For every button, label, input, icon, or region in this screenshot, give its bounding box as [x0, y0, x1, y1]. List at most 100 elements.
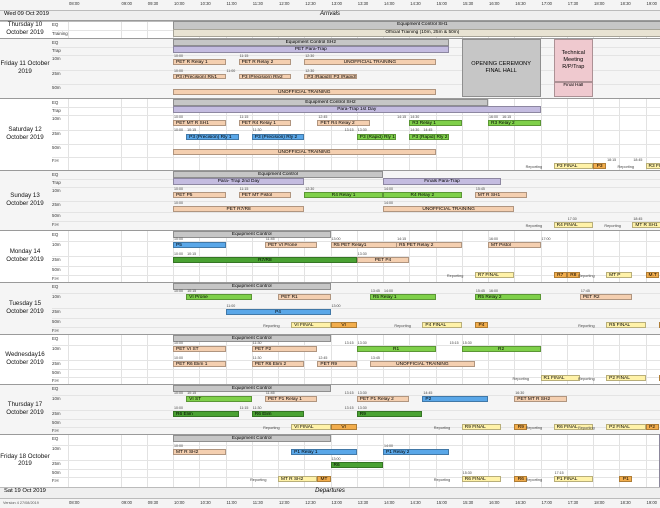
- event-technical[interactable]: Technical Meeting R/P/Trap: [553, 39, 593, 82]
- event-thu17-f1[interactable]: VI FINAL: [291, 424, 331, 430]
- event-thu17-eq[interactable]: Equipment Control: [173, 385, 331, 392]
- event-fri18-m50[interactable]: R6: [330, 462, 383, 468]
- event-sat12-p1[interactable]: P3 (Precision) Rly 1: [186, 134, 239, 140]
- event-tue15-r4[interactable]: R5 Relay 2: [474, 294, 541, 300]
- event-mon14-f5[interactable]: M.T: [645, 272, 659, 278]
- event-tue15-f2[interactable]: VI: [330, 322, 357, 328]
- event-fri18-r2[interactable]: P1 Relay 1: [291, 449, 357, 455]
- event-sat12-eq[interactable]: Equipment Control SH2: [173, 99, 488, 106]
- event-thu17-r5[interactable]: PET MT R SH2: [514, 396, 567, 402]
- event-fri11-unoff2[interactable]: UNOFFICIAL TRAINING: [173, 89, 436, 95]
- event-mon14-r4[interactable]: R5 PET Relay 2: [396, 242, 462, 248]
- event-thu17-m50a[interactable]: R6 Elim: [173, 411, 239, 417]
- event-final-hall[interactable]: Final Hall: [553, 82, 593, 97]
- event-thu17-r4[interactable]: P2: [422, 396, 488, 402]
- event-sat12-r3[interactable]: PET R4 Relay 2: [317, 120, 370, 126]
- event-thu17-r2[interactable]: PET P1 Relay 1: [264, 396, 318, 402]
- event-sun13-r4[interactable]: R4 Relay 2: [383, 192, 462, 198]
- event-mon14-f2[interactable]: R7: [553, 272, 567, 278]
- event-sun13-f1[interactable]: R4 FINAL: [553, 222, 593, 228]
- event-fri18-r3[interactable]: P1 Relay 2: [383, 449, 449, 455]
- event-wed16-m50a[interactable]: PET R6 Elim 1: [173, 361, 226, 367]
- event-sun13-eq[interactable]: Equipment Control: [173, 171, 383, 178]
- event-tue15-f3[interactable]: P4 FINAL: [422, 322, 462, 328]
- event-sat12-r1[interactable]: PET MT R SH1: [173, 120, 226, 126]
- event-wed16-unoff[interactable]: UNOFFICIAL TRAINING: [369, 361, 475, 367]
- event-fri11-p1[interactable]: P3 (Precision) Rly1: [173, 74, 226, 79]
- event-sun13-r3[interactable]: R4 Relay 1: [304, 192, 383, 198]
- event-fri18-r1[interactable]: MT R SH2: [173, 449, 226, 455]
- event-tue15-r2[interactable]: PET R1: [278, 294, 331, 300]
- event-sun13-f2[interactable]: MT R SH1: [632, 222, 660, 228]
- event-mon14-m50a[interactable]: R7/R8: [173, 257, 357, 263]
- event-sat12-unoff[interactable]: UNOFFICIAL TRAINING: [173, 149, 436, 155]
- event-thu17-f2[interactable]: VI: [330, 424, 357, 430]
- event-sun13-unoff[interactable]: UNOFFICIAL TRAINING: [383, 206, 515, 212]
- event-mon14-f1[interactable]: R7 FINAL: [474, 272, 515, 278]
- event-mon14-r5[interactable]: MT Pistol: [488, 242, 541, 248]
- event-tue15-f5[interactable]: R5 FINAL: [606, 322, 646, 328]
- event-fri11-p4[interactable]: P3 (Rapid) R2: [330, 74, 357, 79]
- event-sun13-m50[interactable]: PET R7/R8: [173, 206, 305, 212]
- event-sat12-f2[interactable]: P3: [593, 163, 607, 169]
- event-mon14-r2[interactable]: PET VI Prone: [264, 242, 318, 248]
- event-wed16-eq[interactable]: Equipment Control: [173, 335, 331, 342]
- event-mon14-m50b[interactable]: PET P4: [356, 257, 410, 263]
- event-sat12-f1[interactable]: P3 FINAL: [553, 163, 593, 169]
- event-fri11-p2[interactable]: P3 (Precision) Rly2: [238, 74, 292, 79]
- event-fri18-f3[interactable]: R6 FINAL: [461, 476, 502, 482]
- event-sun13-r5[interactable]: MT R SH1: [474, 192, 528, 198]
- event-thu10-train[interactable]: Official Training (10m, 25m & 50m): [173, 29, 660, 37]
- event-sat12-p4[interactable]: P3 (Rapid) Rly 2: [409, 134, 449, 140]
- event-sat12-f3[interactable]: R3 FINAL: [645, 163, 660, 169]
- event-tue15-f4[interactable]: P4: [474, 322, 488, 328]
- time-tick-footer: 12:00: [279, 500, 290, 505]
- event-fri18-f2[interactable]: MT: [317, 476, 331, 482]
- event-fri11-eq[interactable]: Equipment Control SH2: [173, 39, 449, 46]
- event-tue15-r5[interactable]: PET R2: [579, 294, 633, 300]
- event-sun13-trap2[interactable]: Finals Para-Trap: [383, 178, 502, 185]
- event-fri11-r2[interactable]: PET R Relay 2: [238, 59, 292, 65]
- event-wed16-r2[interactable]: PET P2: [251, 346, 318, 352]
- event-thu17-f6[interactable]: P2 FINAL: [606, 424, 646, 430]
- event-sun13-r1[interactable]: PET P5: [173, 192, 226, 198]
- event-tue15-r3[interactable]: R5 Relay 1: [369, 294, 436, 300]
- event-sat12-trap[interactable]: Para-Trap 1st Day: [173, 106, 541, 113]
- event-sat12-r4[interactable]: R3 Relay 1: [409, 120, 462, 126]
- event-sun13-r2[interactable]: PET MT Pistol: [238, 192, 292, 198]
- event-wed16-r1[interactable]: PET VI ST: [173, 346, 226, 352]
- event-thu17-f3[interactable]: R9 FINAL: [461, 424, 502, 430]
- event-fri11-r1[interactable]: PET R Relay 1: [173, 59, 226, 65]
- event-sat12-r2[interactable]: PET R4 Relay 1: [238, 120, 292, 126]
- event-fri18-f1[interactable]: MT R SH2: [278, 476, 318, 482]
- event-fri18-f6[interactable]: P1: [619, 476, 633, 482]
- event-tue15-r1[interactable]: VI Prone: [186, 294, 252, 300]
- event-wed16-f2[interactable]: P2 FINAL: [606, 375, 646, 381]
- event-fri11-unoff1[interactable]: UNOFFICIAL TRAINING: [304, 59, 436, 65]
- event-thu17-r3[interactable]: PET P1 Relay 2: [356, 396, 410, 402]
- event-wed16-f1[interactable]: R1 FINAL: [540, 375, 580, 381]
- event-tue15-f1[interactable]: VI FINAL: [291, 322, 331, 328]
- event-thu17-m50c[interactable]: R9: [356, 411, 423, 417]
- event-fri18-eq[interactable]: Equipment Control: [173, 435, 331, 442]
- event-sat12-p3[interactable]: P3 (Rapid) Rly 1: [356, 134, 397, 140]
- event-wed16-r3[interactable]: R1: [356, 346, 436, 352]
- event-thu17-m50b[interactable]: R6 Elim: [251, 411, 305, 417]
- event-tue15-eq[interactable]: Equipment Control: [173, 283, 331, 290]
- event-mon14-eq[interactable]: Equipment Control: [173, 231, 331, 238]
- event-fri11-trap[interactable]: PET Para-Trap: [173, 46, 449, 53]
- event-sat12-p2[interactable]: P3 (Precision) Rly 2: [251, 134, 305, 140]
- event-thu17-f7[interactable]: P2: [645, 424, 659, 430]
- event-mon14-f4[interactable]: MT P: [606, 272, 633, 278]
- event-sat12-r5[interactable]: R3 Relay 2: [488, 120, 541, 126]
- event-opening[interactable]: OPENING CEREMONY FINAL HALL: [461, 39, 541, 97]
- event-wed16-r4[interactable]: R2: [461, 346, 541, 352]
- event-mon14-r1[interactable]: P5: [173, 242, 226, 248]
- event-wed16-m50c[interactable]: PET R9: [317, 361, 357, 367]
- event-sun13-trap1[interactable]: Para- Trap 2nd Day: [173, 178, 305, 185]
- event-tue15-m50[interactable]: P4: [225, 309, 331, 315]
- event-fri18-f5[interactable]: P1 FINAL: [553, 476, 593, 482]
- event-thu17-r1[interactable]: VI ST: [186, 396, 252, 402]
- event-fri11-p3[interactable]: P3 (Rapid) R1: [304, 74, 331, 79]
- event-wed16-m50b[interactable]: PET R6 Elim 2: [251, 361, 305, 367]
